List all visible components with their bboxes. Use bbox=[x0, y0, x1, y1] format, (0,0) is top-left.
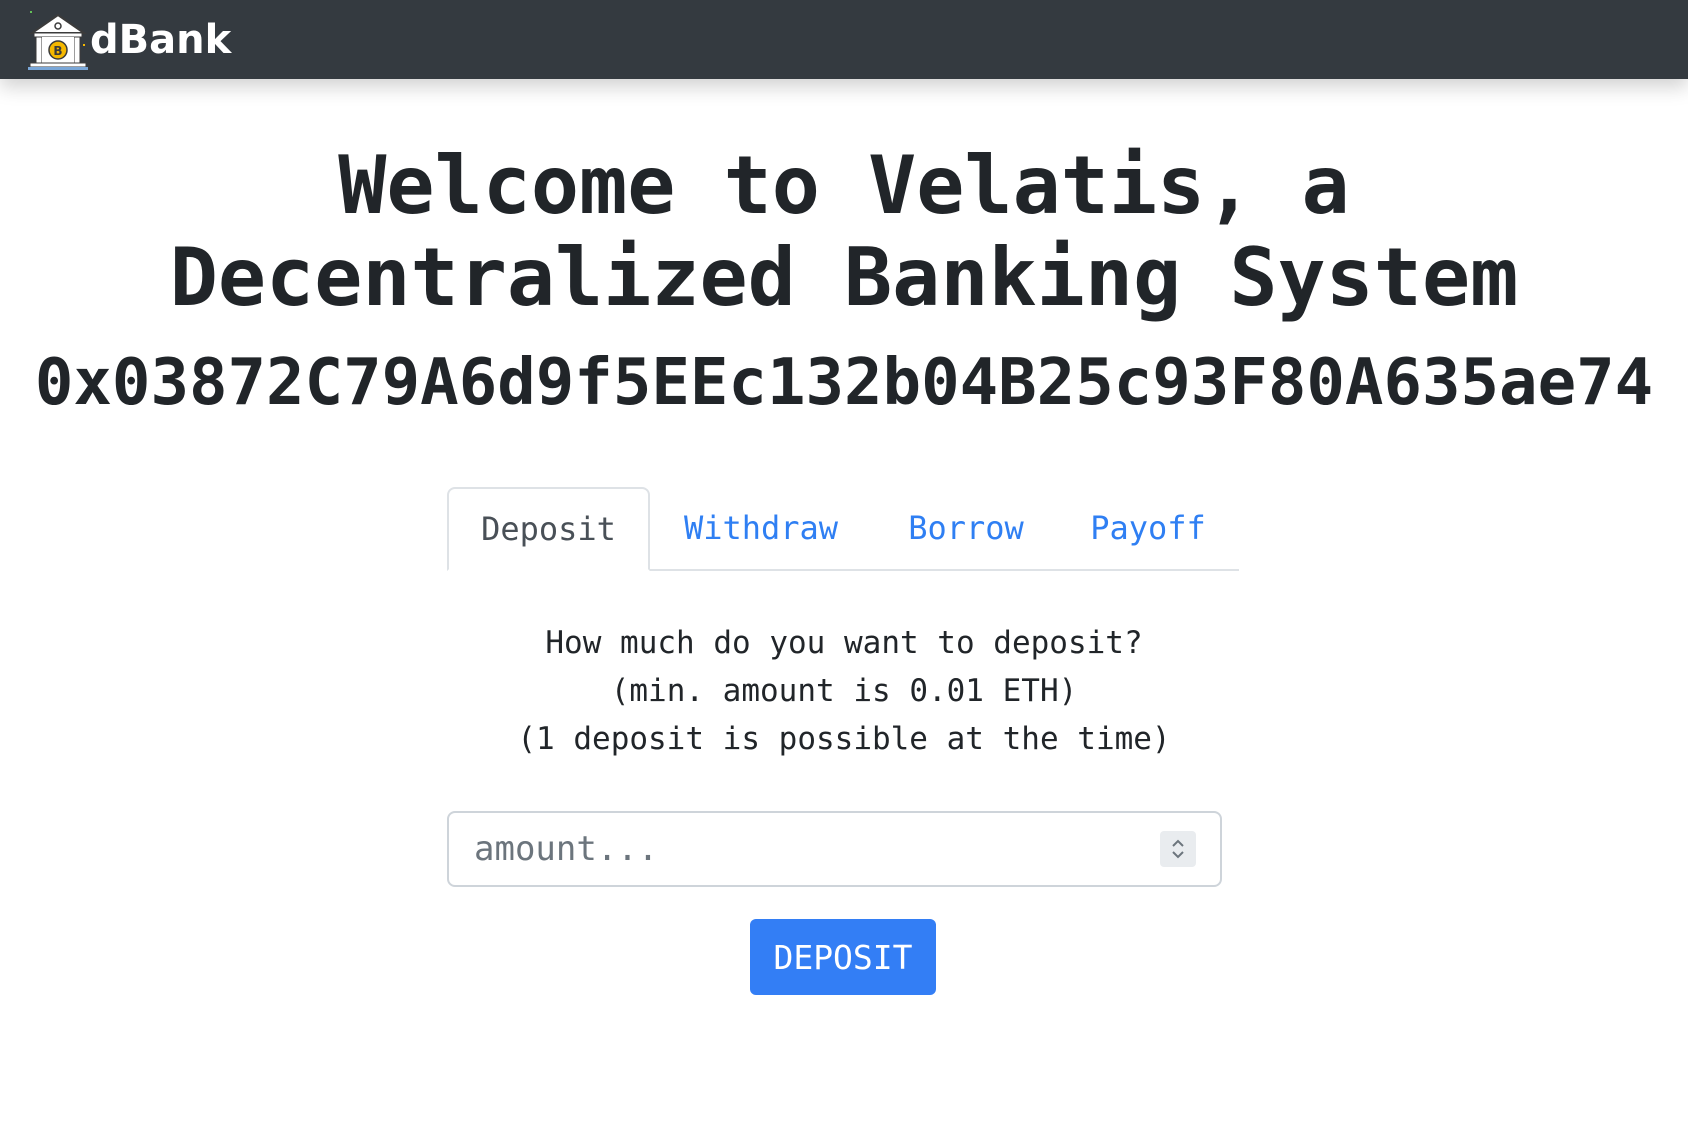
deposit-button[interactable]: DEPOSIT bbox=[750, 919, 936, 995]
welcome-heading-line-2: Decentralized Banking System bbox=[169, 231, 1519, 324]
tab-payoff[interactable]: Payoff bbox=[1060, 487, 1236, 569]
tab-borrow[interactable]: Borrow bbox=[872, 487, 1060, 569]
brand-name: dBank bbox=[90, 16, 232, 63]
deposit-question: How much do you want to deposit? bbox=[545, 625, 1143, 661]
bank-bitcoin-icon: B bbox=[28, 10, 88, 70]
number-stepper[interactable] bbox=[1160, 831, 1196, 867]
deposit-minimum-note: (min. amount is 0.01 ETH) bbox=[610, 673, 1078, 709]
deposit-instructions: How much do you want to deposit? (min. a… bbox=[0, 619, 1688, 763]
svg-text:B: B bbox=[53, 44, 62, 58]
account-address: 0x03872C79A6d9f5EEc132b04B25c93F80A635ae… bbox=[34, 346, 1654, 420]
amount-input[interactable] bbox=[449, 813, 1129, 885]
tab-withdraw[interactable]: Withdraw bbox=[650, 487, 872, 569]
top-navbar: B dBank bbox=[0, 0, 1688, 79]
amount-field bbox=[447, 811, 1222, 887]
welcome-heading-line-1: Welcome to Velatis, a bbox=[338, 139, 1350, 232]
brand-link[interactable]: B dBank bbox=[28, 9, 231, 71]
action-tabs: Deposit Withdraw Borrow Payoff bbox=[447, 487, 1239, 571]
stepper-arrows-icon bbox=[1172, 839, 1184, 859]
tab-deposit[interactable]: Deposit bbox=[447, 487, 650, 571]
deposit-limit-note: (1 deposit is possible at the time) bbox=[517, 721, 1171, 757]
